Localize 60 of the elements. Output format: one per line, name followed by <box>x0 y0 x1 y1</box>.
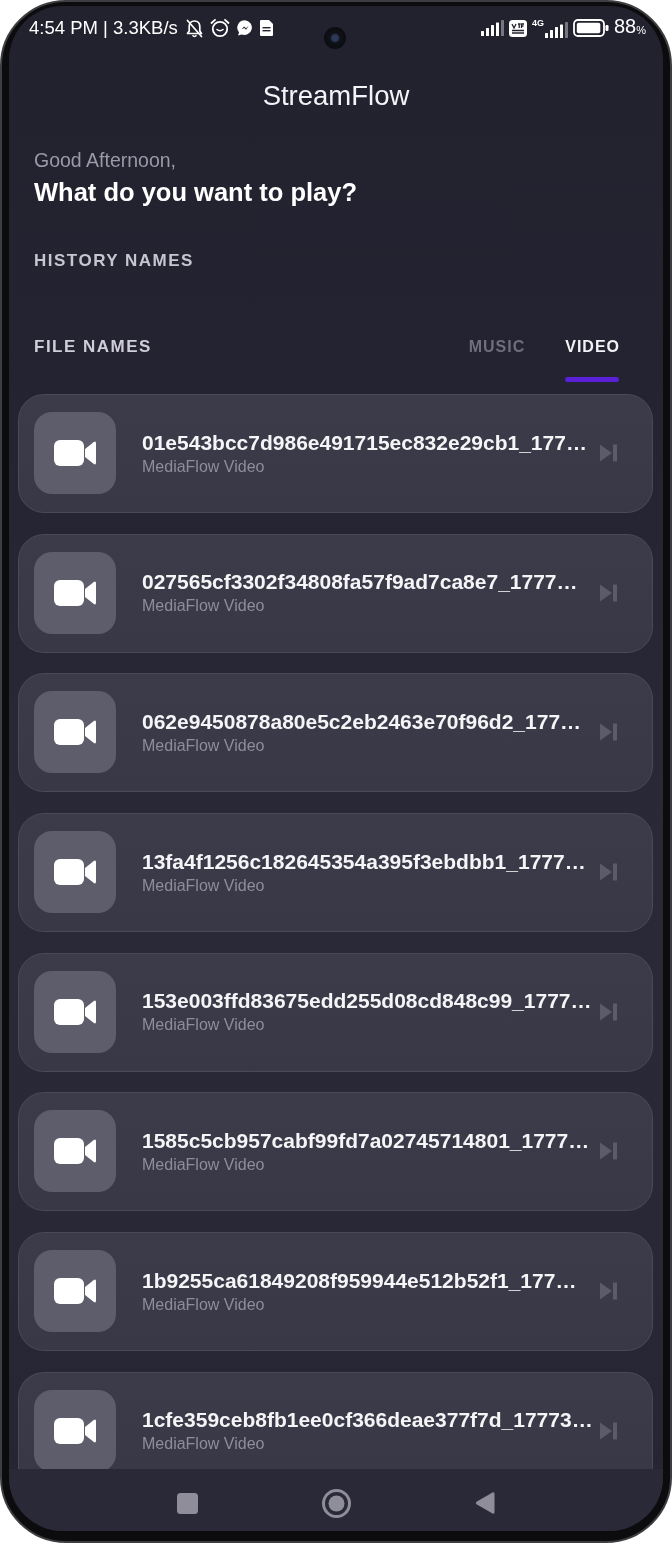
file-source: MediaFlow Video <box>142 875 265 896</box>
app-title: StreamFlow <box>262 80 410 111</box>
skip-next-icon[interactable] <box>600 863 617 882</box>
file-name: 13fa4f1256c182645354a395f3ebdbb1_1777… <box>142 848 586 874</box>
video-camera-icon <box>34 1389 116 1469</box>
back-icon[interactable] <box>475 1491 495 1515</box>
camera-cutout <box>324 27 346 49</box>
skip-next-icon[interactable] <box>600 444 617 462</box>
skip-next-icon[interactable] <box>600 583 617 602</box>
skip-next-icon[interactable] <box>600 1142 617 1161</box>
video-camera-icon <box>34 831 116 914</box>
file-source: MediaFlow Video <box>142 1434 265 1455</box>
skip-next-icon[interactable] <box>600 1421 617 1440</box>
skip-next-icon[interactable] <box>600 1002 617 1021</box>
file-source: MediaFlow Video <box>142 735 265 756</box>
media-card[interactable]: 1b9255ca61849208f959944e512b52f1_177… MediaFlow Video <box>18 1232 653 1352</box>
document-icon <box>259 20 273 36</box>
media-card[interactable]: 1cfe359ceb8fb1ee0cf366deae377f7d_17773… MediaFlow Video <box>18 1371 653 1469</box>
file-source: MediaFlow Video <box>142 1294 265 1315</box>
signal-bars-icon <box>480 20 504 36</box>
network-type-label: 4G <box>531 18 544 28</box>
media-card[interactable]: 027565cf3302f34808fa57f9ad7ca8e7_1777… MediaFlow Video <box>18 533 653 653</box>
section-heading: FILE NAMES <box>34 337 152 357</box>
battery-icon <box>572 19 609 37</box>
file-name: 153e003ffd83675edd255d08cd848c99_1777… <box>142 988 592 1014</box>
video-camera-icon <box>34 1250 116 1333</box>
section-heading: HISTORY NAMES <box>34 251 194 270</box>
tab[interactable]: VIDEO <box>565 337 620 382</box>
status-time-speed: 4:54 PM | 3.3KB/s <box>29 16 178 40</box>
file-source: MediaFlow Video <box>142 456 265 477</box>
media-card[interactable]: 1585c5cb957cabf99fd7a02745714801_1777… MediaFlow Video <box>18 1092 653 1212</box>
home-icon[interactable] <box>322 1488 351 1518</box>
file-name: 1585c5cb957cabf99fd7a02745714801_1777… <box>142 1127 590 1153</box>
video-camera-icon <box>34 412 116 494</box>
media-card[interactable]: 01e543bcc7d986e491715ec832e29cb1_177… MediaFlow Video <box>18 394 653 513</box>
chat-bubble-icon <box>236 20 253 36</box>
file-name: 01e543bcc7d986e491715ec832e29cb1_177… <box>142 429 587 455</box>
video-camera-icon <box>34 551 116 634</box>
video-camera-icon <box>34 1110 116 1193</box>
file-source: MediaFlow Video <box>142 1015 265 1036</box>
media-card[interactable]: 062e9450878a80e5c2eb2463e70f96d2_177… MediaFlow Video <box>18 673 653 793</box>
media-card[interactable]: 13fa4f1256c182645354a395f3ebdbb1_1777… MediaFlow Video <box>18 813 653 933</box>
prompt-heading: What do you want to play? <box>34 178 357 206</box>
skip-next-icon[interactable] <box>600 1282 617 1301</box>
file-name: 1cfe359ceb8fb1ee0cf366deae377f7d_17773… <box>142 1407 593 1433</box>
file-name: 027565cf3302f34808fa57f9ad7ca8e7_1777… <box>142 569 578 595</box>
volte-icon <box>508 19 527 37</box>
video-camera-icon <box>34 970 116 1053</box>
skip-next-icon[interactable] <box>600 723 617 742</box>
file-source: MediaFlow Video <box>142 596 265 617</box>
alarm-clock-icon <box>209 18 230 38</box>
recents-icon[interactable] <box>177 1492 198 1514</box>
file-name: 062e9450878a80e5c2eb2463e70f96d2_177… <box>142 708 582 734</box>
file-name: 1b9255ca61849208f959944e512b52f1_177… <box>142 1267 577 1293</box>
bell-off-icon <box>185 18 203 38</box>
media-card[interactable]: 153e003ffd83675edd255d08cd848c99_1777… MediaFlow Video <box>18 952 653 1072</box>
file-source: MediaFlow Video <box>142 1154 265 1175</box>
video-camera-icon <box>34 691 116 774</box>
greeting-text: Good Afternoon, <box>34 149 177 171</box>
signal-bars-icon <box>544 22 568 38</box>
